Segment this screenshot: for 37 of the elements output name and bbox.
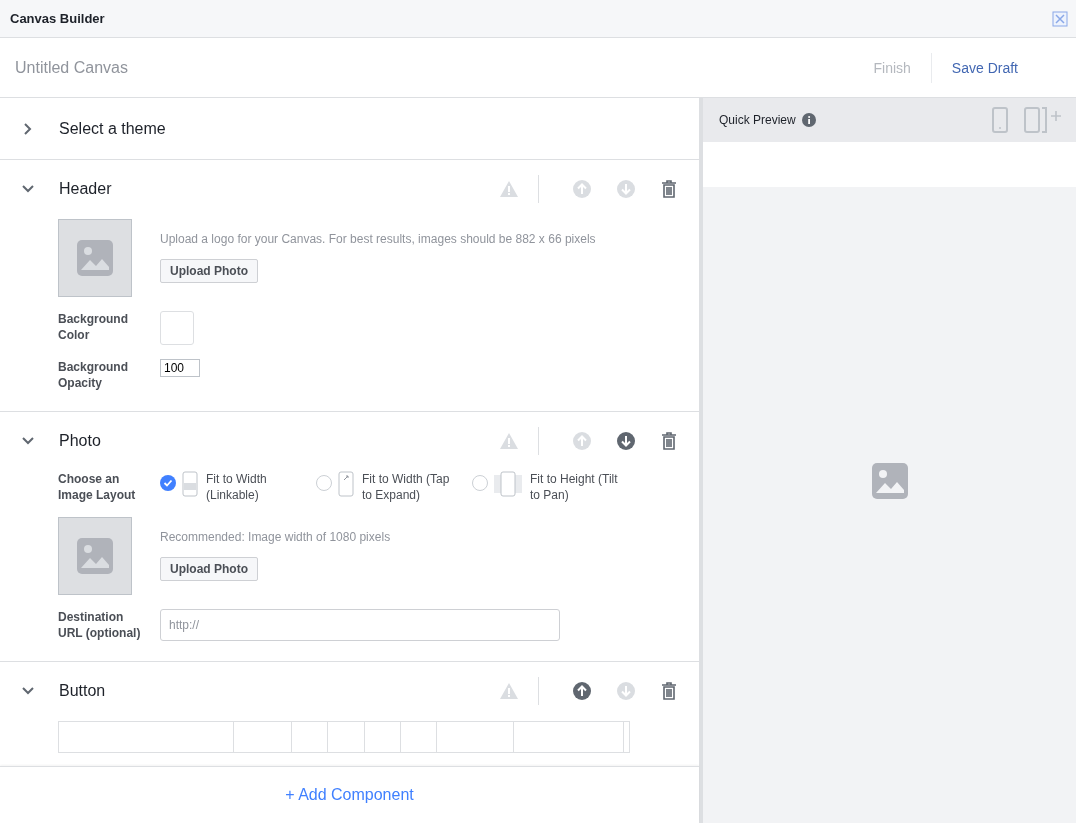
phone-icon (182, 471, 198, 497)
field-label: Background Opacity (58, 359, 129, 391)
upload-hint: Upload a logo for your Canvas. For best results, images should be 882 x 66 pixels (160, 232, 596, 246)
trash-icon[interactable] (661, 431, 677, 450)
phone-icon (338, 471, 354, 497)
color-swatch[interactable] (160, 311, 194, 345)
window-title: Canvas Builder (10, 11, 105, 26)
close-icon[interactable] (1052, 10, 1068, 27)
opacity-field[interactable]: 100 (160, 359, 200, 377)
section-title: Button (59, 681, 106, 700)
url-field[interactable]: http:// (160, 609, 560, 641)
section-title: Photo (59, 431, 101, 450)
image-icon (871, 463, 908, 499)
field-label: Background Color (58, 311, 129, 343)
move-up-icon[interactable] (573, 681, 591, 700)
layout-option-label: Fit to Width (Linkable) (206, 471, 268, 503)
add-component-button[interactable]: + Add Component (279, 785, 420, 805)
phone-icon (494, 471, 522, 497)
upload-hint: Recommended: Image width of 1080 pixels (160, 530, 391, 544)
trash-icon[interactable] (661, 681, 677, 700)
section-title[interactable]: Select a theme (59, 119, 166, 138)
upload-photo-button[interactable]: Upload Photo (160, 557, 258, 581)
preview-title: Quick Preview (719, 113, 796, 127)
move-down-icon[interactable] (617, 431, 635, 450)
trash-icon[interactable] (661, 179, 677, 198)
upload-photo-button[interactable]: Upload Photo (160, 259, 258, 283)
warning-icon (500, 180, 518, 197)
warning-icon (500, 682, 518, 699)
section-title: Header (59, 179, 112, 198)
save-draft-button[interactable]: Save Draft (931, 59, 1076, 76)
warning-icon (500, 432, 518, 449)
radio-button[interactable] (160, 475, 176, 491)
info-icon[interactable] (801, 113, 816, 127)
layout-option-label: Fit to Height (Tilt to Pan) (530, 471, 619, 503)
field-label: Destination URL (optional) (58, 609, 142, 641)
layout-option-label: Fit to Width (Tap to Expand) (362, 471, 451, 503)
field-label: Choose an Image Layout (58, 471, 137, 503)
